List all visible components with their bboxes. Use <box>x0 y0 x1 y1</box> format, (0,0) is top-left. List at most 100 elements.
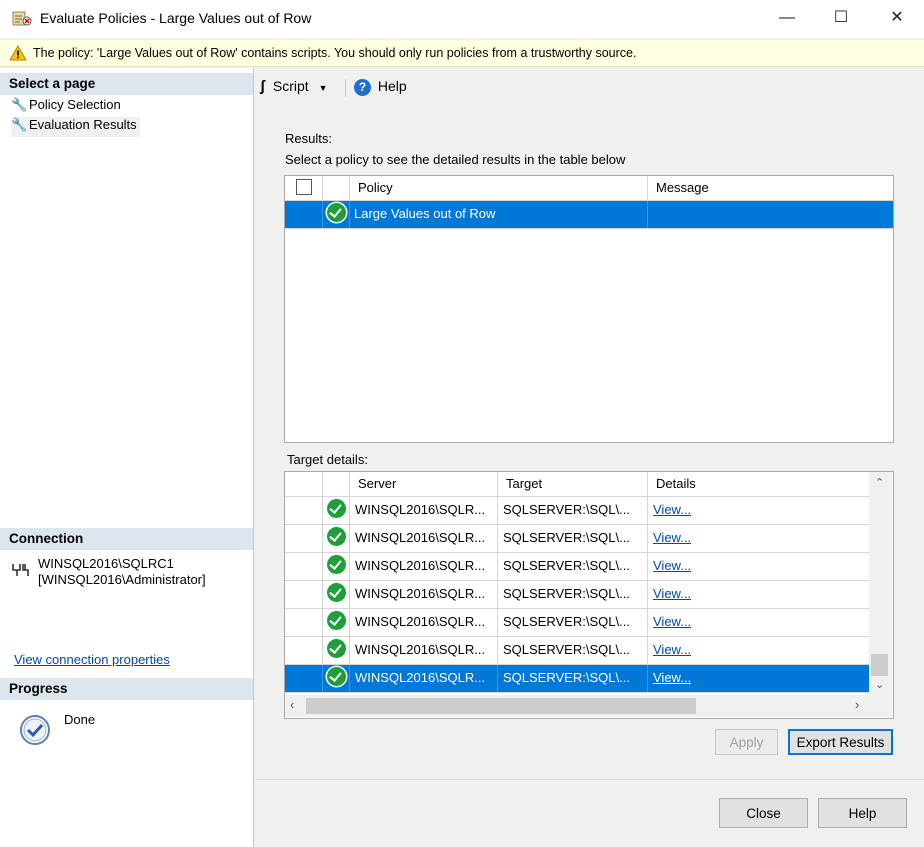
target-cell: SQLSERVER:\SQL\... <box>498 665 648 692</box>
blank-column-header <box>285 472 323 496</box>
column-header-target[interactable]: Target <box>498 472 648 496</box>
results-subtitle: Select a policy to see the detailed resu… <box>285 152 626 167</box>
target-rows: WINSQL2016\SQLR... SQLSERVER:\SQL\... Vi… <box>285 497 869 693</box>
success-icon <box>327 203 346 222</box>
status-cell <box>323 581 350 608</box>
details-cell: View... <box>648 497 869 524</box>
results-row[interactable]: Large Values out of Row <box>285 201 893 229</box>
target-details-label: Target details: <box>287 452 368 467</box>
minimize-button[interactable]: — <box>764 0 810 38</box>
warning-text: The policy: 'Large Values out of Row' co… <box>33 46 637 60</box>
target-row[interactable]: WINSQL2016\SQLR... SQLSERVER:\SQL\... Vi… <box>285 553 869 581</box>
scroll-left-icon[interactable]: ‹ <box>290 697 294 712</box>
page-item-evaluation-results[interactable]: 🔧 Evaluation Results <box>11 117 140 137</box>
connection-info: WINSQL2016\SQLRC1 [WINSQL2016\Administra… <box>38 556 206 588</box>
column-header-server[interactable]: Server <box>350 472 498 496</box>
page-item-policy-selection[interactable]: 🔧 Policy Selection <box>11 97 121 117</box>
row-spacer-cell <box>285 525 323 552</box>
script-button[interactable]: ʃ Script ▼ <box>260 78 328 95</box>
view-details-link[interactable]: View... <box>653 614 691 629</box>
page-item-label: Policy Selection <box>29 97 121 112</box>
vertical-scroll-thumb[interactable] <box>871 654 888 676</box>
scroll-right-icon[interactable]: › <box>855 697 859 712</box>
status-cell <box>323 525 350 552</box>
target-row[interactable]: WINSQL2016\SQLR... SQLSERVER:\SQL\... Vi… <box>285 637 869 665</box>
close-button[interactable]: Close <box>719 798 808 828</box>
vertical-scrollbar[interactable]: ⌃ ⌄ <box>869 472 892 698</box>
status-cell <box>323 497 350 524</box>
target-row[interactable]: WINSQL2016\SQLR... SQLSERVER:\SQL\... Vi… <box>285 581 869 609</box>
server-cell: WINSQL2016\SQLR... <box>350 581 498 608</box>
window-title: Evaluate Policies - Large Values out of … <box>40 10 312 26</box>
row-spacer-cell <box>285 637 323 664</box>
results-grid-header: Policy Message <box>285 176 893 201</box>
server-cell: WINSQL2016\SQLR... <box>350 497 498 524</box>
scroll-down-icon[interactable]: ⌄ <box>875 678 884 691</box>
server-cell: WINSQL2016\SQLR... <box>350 665 498 692</box>
view-details-link[interactable]: View... <box>653 502 691 517</box>
connection-server: WINSQL2016\SQLRC1 <box>38 556 174 571</box>
success-icon <box>327 555 346 574</box>
target-cell: SQLSERVER:\SQL\... <box>498 581 648 608</box>
view-details-link[interactable]: View... <box>653 530 691 545</box>
export-results-button[interactable]: Export Results <box>788 729 893 755</box>
target-row[interactable]: WINSQL2016\SQLR... SQLSERVER:\SQL\... Vi… <box>285 665 869 693</box>
policy-cell: Large Values out of Row <box>350 201 648 228</box>
view-details-link[interactable]: View... <box>653 642 691 657</box>
row-spacer-cell <box>285 581 323 608</box>
status-column-header <box>323 176 350 200</box>
evaluate-policies-icon <box>12 11 32 26</box>
progress-status: Done <box>64 712 96 727</box>
row-spacer-cell <box>285 497 323 524</box>
script-icon: ʃ <box>260 78 265 95</box>
view-connection-properties-link[interactable]: View connection properties <box>14 652 170 667</box>
message-cell <box>648 201 893 228</box>
server-cell: WINSQL2016\SQLR... <box>350 525 498 552</box>
connection-header: Connection <box>0 528 253 550</box>
details-cell: View... <box>648 553 869 580</box>
apply-button[interactable]: Apply <box>715 729 778 755</box>
checkbox[interactable] <box>296 179 312 195</box>
chevron-down-icon: ▼ <box>318 83 328 93</box>
wrench-icon: 🔧 <box>11 117 28 132</box>
row-spacer-cell <box>285 665 323 692</box>
server-cell: WINSQL2016\SQLR... <box>350 609 498 636</box>
view-details-link[interactable]: View... <box>653 586 691 601</box>
select-all-checkbox[interactable] <box>285 176 323 200</box>
horizontal-scroll-thumb[interactable] <box>306 698 696 714</box>
help-label: Help <box>377 78 407 94</box>
results-grid[interactable]: Policy Message Large Values out of Row <box>284 175 894 443</box>
server-cell: WINSQL2016\SQLR... <box>350 637 498 664</box>
target-details-grid[interactable]: Server Target Details WINSQL2016\SQLR...… <box>284 471 894 719</box>
column-header-policy[interactable]: Policy <box>350 176 648 200</box>
status-cell <box>323 609 350 636</box>
target-cell: SQLSERVER:\SQL\... <box>498 525 648 552</box>
page-item-label: Evaluation Results <box>29 117 137 132</box>
help-button[interactable]: Help <box>818 798 907 828</box>
results-label: Results: <box>285 131 332 146</box>
select-page-header: Select a page <box>0 73 253 95</box>
target-cell: SQLSERVER:\SQL\... <box>498 553 648 580</box>
help-toolbar-button[interactable]: ? Help <box>354 78 407 96</box>
maximize-button[interactable]: ☐ <box>818 0 864 38</box>
scroll-up-icon[interactable]: ⌃ <box>875 476 884 489</box>
horizontal-scrollbar[interactable]: ‹ › <box>285 695 869 717</box>
title-bar: Evaluate Policies - Large Values out of … <box>0 0 924 38</box>
target-row[interactable]: WINSQL2016\SQLR... SQLSERVER:\SQL\... Vi… <box>285 497 869 525</box>
target-cell: SQLSERVER:\SQL\... <box>498 497 648 524</box>
column-header-message[interactable]: Message <box>648 176 893 200</box>
view-details-link[interactable]: View... <box>653 670 691 685</box>
target-grid-header: Server Target Details <box>285 472 869 497</box>
target-row[interactable]: WINSQL2016\SQLR... SQLSERVER:\SQL\... Vi… <box>285 525 869 553</box>
status-column-header <box>323 472 350 496</box>
column-header-details[interactable]: Details <box>648 472 869 496</box>
warning-icon <box>9 45 27 61</box>
details-cell: View... <box>648 609 869 636</box>
success-icon <box>327 611 346 630</box>
close-window-button[interactable]: ✕ <box>874 0 920 38</box>
target-cell: SQLSERVER:\SQL\... <box>498 637 648 664</box>
view-details-link[interactable]: View... <box>653 558 691 573</box>
target-row[interactable]: WINSQL2016\SQLR... SQLSERVER:\SQL\... Vi… <box>285 609 869 637</box>
scrollbar-corner <box>869 695 892 717</box>
status-cell <box>323 201 350 228</box>
